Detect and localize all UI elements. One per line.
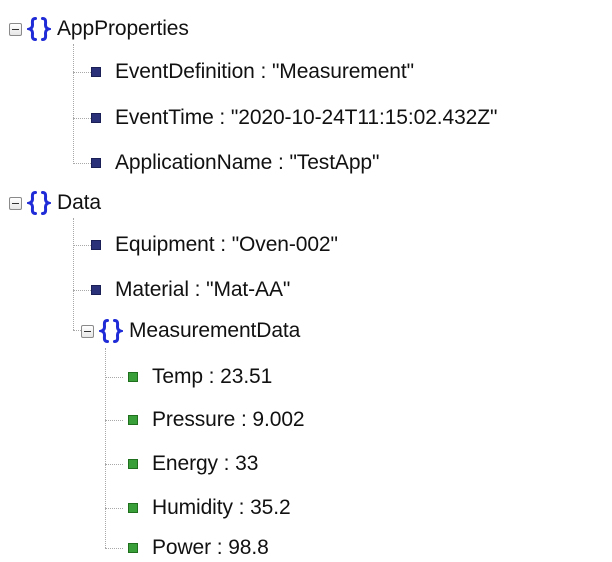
- tree-guide-line: [73, 330, 81, 331]
- tree-guide-line: [105, 420, 123, 421]
- collapse-toggle-icon[interactable]: [9, 22, 22, 36]
- object-key-label: AppProperties: [57, 17, 189, 40]
- tree-leaf-event-time[interactable]: EventTime : "2020-10-24T11:15:02.432Z": [91, 104, 497, 132]
- json-tree-view: AppProperties EventDefinition : "Measure…: [0, 0, 612, 559]
- tree-leaf-energy[interactable]: Energy : 33: [128, 450, 258, 478]
- tree-guide-line: [105, 348, 106, 548]
- tree-guide-line: [105, 464, 123, 465]
- tree-guide-line: [73, 72, 91, 73]
- tree-guide-line: [73, 118, 91, 119]
- braces-icon: [27, 17, 51, 41]
- collapse-toggle-icon[interactable]: [9, 196, 22, 210]
- tree-guide-line: [73, 163, 91, 164]
- tree-guide-line: [73, 218, 74, 330]
- tree-guide-line: [73, 44, 74, 164]
- number-square-icon: [128, 415, 138, 425]
- string-square-icon: [91, 240, 101, 250]
- braces-icon: [27, 191, 51, 215]
- tree-leaf-power[interactable]: Power : 98.8: [128, 534, 269, 562]
- leaf-label: Pressure : 9.002: [152, 408, 305, 431]
- number-square-icon: [128, 543, 138, 553]
- object-key-label: MeasurementData: [129, 319, 301, 342]
- tree-guide-line: [105, 377, 123, 378]
- string-square-icon: [91, 113, 101, 123]
- tree-node-measurement-data[interactable]: MeasurementData: [81, 317, 300, 345]
- leaf-label: EventDefinition : "Measurement": [115, 60, 414, 83]
- tree-leaf-humidity[interactable]: Humidity : 35.2: [128, 494, 291, 522]
- tree-node-data[interactable]: Data: [9, 189, 101, 217]
- tree-leaf-temp[interactable]: Temp : 23.51: [128, 363, 272, 391]
- string-square-icon: [91, 67, 101, 77]
- tree-leaf-event-definition[interactable]: EventDefinition : "Measurement": [91, 58, 414, 86]
- braces-icon: [99, 319, 123, 343]
- leaf-label: ApplicationName : "TestApp": [115, 151, 380, 174]
- tree-guide-line: [105, 548, 123, 549]
- leaf-label: Energy : 33: [152, 452, 259, 475]
- tree-guide-line: [105, 508, 123, 509]
- tree-guide-line: [73, 290, 91, 291]
- tree-node-app-properties[interactable]: AppProperties: [9, 15, 189, 43]
- tree-leaf-material[interactable]: Material : "Mat-AA": [91, 276, 290, 304]
- object-key-label: Data: [57, 191, 101, 214]
- string-square-icon: [91, 285, 101, 295]
- leaf-label: EventTime : "2020-10-24T11:15:02.432Z": [115, 106, 498, 129]
- leaf-label: Material : "Mat-AA": [115, 278, 291, 301]
- number-square-icon: [128, 459, 138, 469]
- leaf-label: Equipment : "Oven-002": [115, 233, 338, 256]
- collapse-toggle-icon[interactable]: [81, 324, 94, 338]
- tree-guide-line: [73, 245, 91, 246]
- number-square-icon: [128, 503, 138, 513]
- tree-leaf-application-name[interactable]: ApplicationName : "TestApp": [91, 149, 379, 177]
- number-square-icon: [128, 372, 138, 382]
- leaf-label: Power : 98.8: [152, 536, 269, 559]
- tree-leaf-equipment[interactable]: Equipment : "Oven-002": [91, 231, 338, 259]
- tree-leaf-pressure[interactable]: Pressure : 9.002: [128, 406, 305, 434]
- leaf-label: Humidity : 35.2: [152, 496, 291, 519]
- string-square-icon: [91, 158, 101, 168]
- leaf-label: Temp : 23.51: [152, 365, 273, 388]
